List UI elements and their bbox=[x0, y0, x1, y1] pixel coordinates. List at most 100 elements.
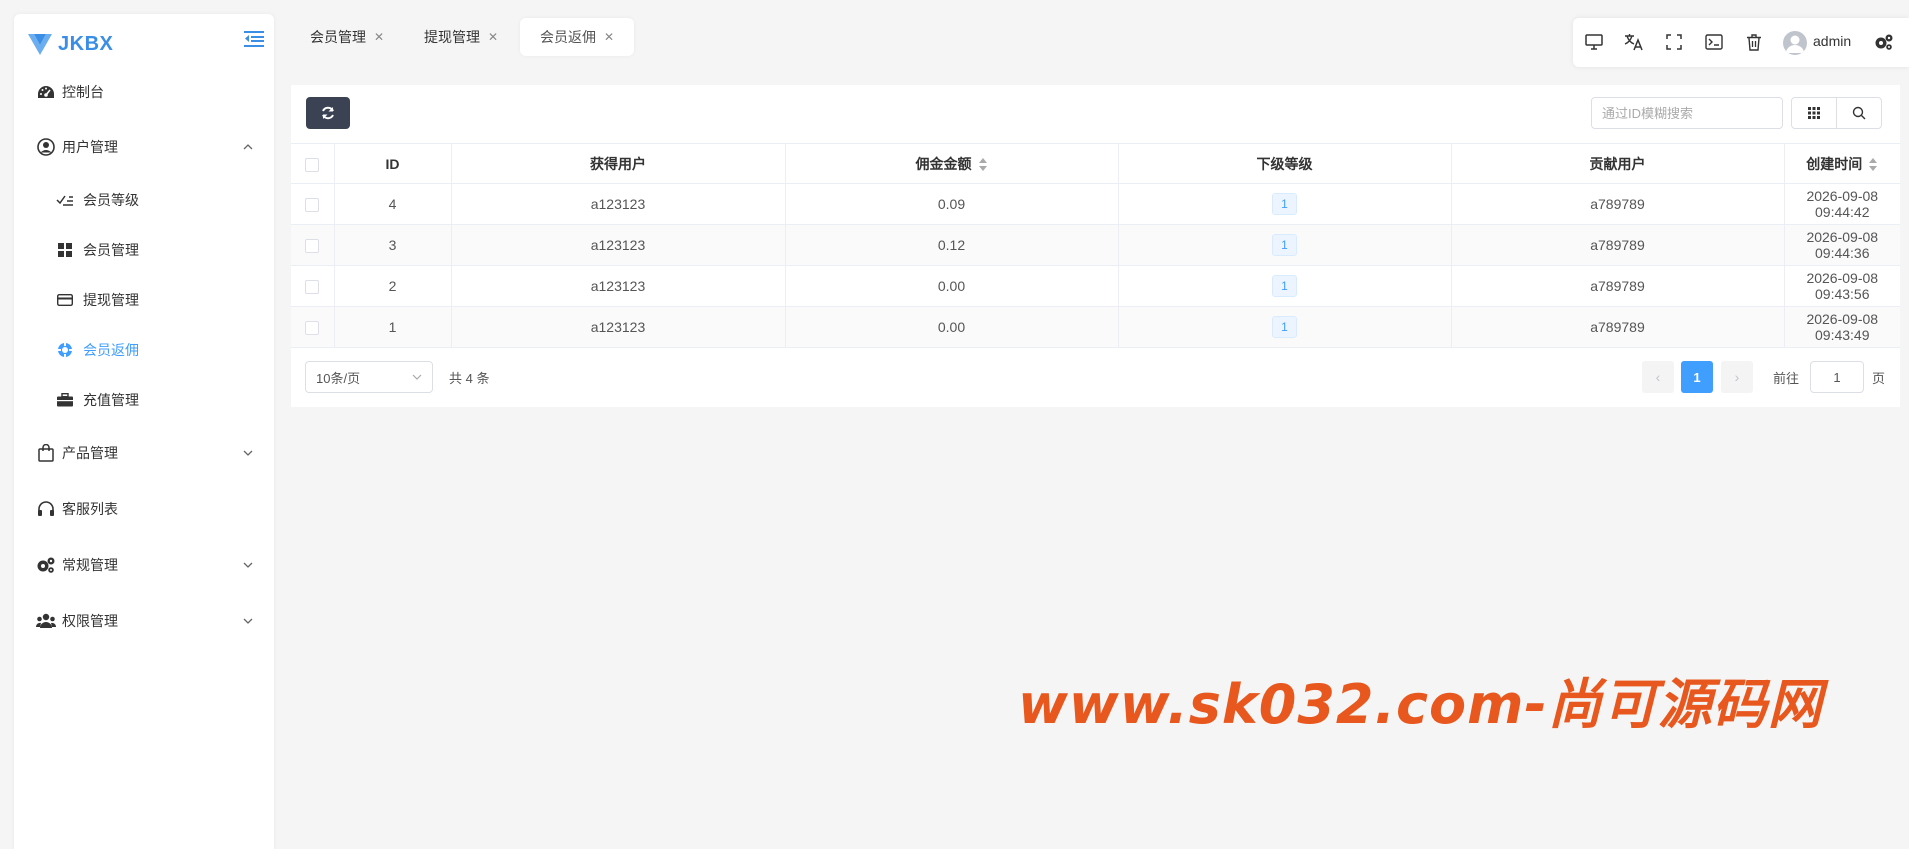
column-header-created[interactable]: 创建时间 bbox=[1784, 143, 1900, 184]
level-tag: 1 bbox=[1272, 234, 1297, 256]
cell-contributor: a789789 bbox=[1451, 224, 1785, 266]
level-tag: 1 bbox=[1272, 316, 1297, 338]
chevron-down-icon bbox=[243, 450, 253, 456]
goto-page-input[interactable] bbox=[1810, 361, 1864, 393]
trash-icon[interactable] bbox=[1743, 31, 1765, 53]
close-icon[interactable]: ✕ bbox=[488, 30, 498, 44]
tab-member-management[interactable]: 会员管理 ✕ bbox=[290, 18, 404, 56]
table-row: 4 a123123 0.09 1 a789789 2026-09-08 09:4… bbox=[291, 183, 1900, 225]
row-checkbox[interactable] bbox=[305, 198, 320, 213]
sidebar-item-permission-management[interactable]: 权限管理 bbox=[14, 601, 274, 641]
chevron-down-icon bbox=[243, 618, 253, 624]
column-header-level: 下级等级 bbox=[1118, 143, 1452, 184]
sidebar-item-label: 提现管理 bbox=[83, 292, 139, 308]
logo[interactable]: JKBX bbox=[26, 24, 113, 64]
shopping-bag-icon bbox=[36, 443, 56, 463]
cell-id: 4 bbox=[334, 183, 452, 225]
table-row: 1 a123123 0.00 1 a789789 2026-09-08 09:4… bbox=[291, 306, 1900, 348]
row-select-cell bbox=[291, 306, 335, 348]
cell-amount: 0.00 bbox=[785, 306, 1119, 348]
tab-label: 会员管理 bbox=[310, 29, 366, 45]
refresh-button[interactable] bbox=[306, 97, 350, 129]
tab-member-commission[interactable]: 会员返佣 ✕ bbox=[520, 18, 635, 56]
prev-page-button[interactable]: ‹ bbox=[1642, 361, 1674, 393]
cell-id: 1 bbox=[334, 306, 452, 348]
cogs-icon bbox=[36, 555, 56, 575]
cell-level: 1 bbox=[1118, 224, 1452, 266]
chevron-right-icon: › bbox=[1734, 369, 1740, 385]
column-label: 获得用户 bbox=[590, 155, 646, 172]
next-page-button[interactable]: › bbox=[1721, 361, 1753, 393]
row-checkbox[interactable] bbox=[305, 239, 320, 254]
level-icon bbox=[56, 191, 74, 209]
grid-icon bbox=[56, 241, 74, 259]
sidebar-item-label: 控制台 bbox=[62, 84, 104, 100]
collapse-menu-icon[interactable] bbox=[244, 30, 264, 48]
row-select-cell bbox=[291, 265, 335, 307]
sidebar-item-label: 用户管理 bbox=[62, 139, 118, 155]
username[interactable]: admin bbox=[1813, 33, 1851, 49]
tab-withdraw-management[interactable]: 提现管理 ✕ bbox=[404, 18, 518, 56]
watermark: www.sk032.com-尚可源码网 bbox=[1018, 673, 1823, 736]
cell-user: a123123 bbox=[451, 183, 786, 225]
sidebar-item-product-management[interactable]: 产品管理 bbox=[14, 433, 274, 473]
column-label: 贡献用户 bbox=[1589, 155, 1646, 172]
row-checkbox[interactable] bbox=[305, 280, 320, 295]
chevron-down-icon bbox=[243, 562, 253, 568]
avatar[interactable] bbox=[1783, 31, 1807, 55]
dashboard-icon bbox=[36, 82, 56, 102]
sidebar-item-dashboard[interactable]: 控制台 bbox=[14, 72, 274, 112]
sidebar-item-label: 会员返佣 bbox=[83, 342, 139, 358]
row-checkbox[interactable] bbox=[305, 321, 320, 336]
sidebar-item-member-commission[interactable]: 会员返佣 bbox=[14, 330, 274, 370]
briefcase-icon bbox=[56, 391, 74, 409]
select-all-checkbox[interactable] bbox=[305, 157, 320, 172]
sidebar-item-withdraw-management[interactable]: 提现管理 bbox=[14, 280, 274, 320]
cell-user: a123123 bbox=[451, 224, 786, 266]
sidebar-item-label: 产品管理 bbox=[62, 445, 118, 461]
cell-created: 2026-09-08 09:43:56 bbox=[1784, 265, 1900, 307]
close-icon[interactable]: ✕ bbox=[604, 30, 614, 44]
cell-created: 2026-09-08 09:43:49 bbox=[1784, 306, 1900, 348]
table-header-row: ID 获得用户 佣金金额 下级等级 贡献用户 创建时间 bbox=[291, 143, 1900, 184]
sidebar-item-label: 常规管理 bbox=[62, 557, 118, 573]
column-header-amount[interactable]: 佣金金额 bbox=[785, 143, 1119, 184]
sidebar-item-user-management[interactable]: 用户管理 bbox=[14, 127, 274, 167]
column-toggle-button[interactable] bbox=[1791, 97, 1837, 129]
column-label: 佣金金额 bbox=[915, 155, 972, 172]
search-icon bbox=[1852, 106, 1866, 120]
chevron-left-icon: ‹ bbox=[1655, 369, 1661, 385]
main-panel: ID 获得用户 佣金金额 下级等级 贡献用户 创建时间 4 a123123 0.… bbox=[291, 85, 1900, 407]
grid-icon bbox=[1808, 107, 1820, 119]
column-label: ID bbox=[385, 155, 400, 172]
page-size-select[interactable]: 10条/页 bbox=[305, 361, 433, 393]
select-all-cell bbox=[291, 143, 335, 184]
monitor-icon[interactable] bbox=[1583, 31, 1605, 53]
fullscreen-icon[interactable] bbox=[1663, 31, 1685, 53]
search-button[interactable] bbox=[1836, 97, 1882, 129]
sidebar-item-member-management[interactable]: 会员管理 bbox=[14, 230, 274, 270]
sidebar-item-member-level[interactable]: 会员等级 bbox=[14, 180, 274, 220]
column-label: 创建时间 bbox=[1806, 155, 1863, 172]
cell-id: 2 bbox=[334, 265, 452, 307]
close-icon[interactable]: ✕ bbox=[374, 30, 384, 44]
settings-icon[interactable] bbox=[1873, 31, 1895, 53]
goto-prefix: 前往 bbox=[1773, 371, 1800, 386]
translate-icon[interactable] bbox=[1623, 31, 1645, 53]
sidebar-item-general-management[interactable]: 常规管理 bbox=[14, 545, 274, 585]
page-size-value: 10条/页 bbox=[316, 370, 361, 386]
sidebar-item-customer-service[interactable]: 客服列表 bbox=[14, 489, 274, 529]
sort-icon[interactable] bbox=[1868, 157, 1878, 172]
sidebar-item-recharge-management[interactable]: 充值管理 bbox=[14, 380, 274, 420]
sort-icon[interactable] bbox=[978, 157, 988, 172]
search-input[interactable] bbox=[1591, 97, 1783, 129]
sidebar-item-label: 权限管理 bbox=[62, 613, 118, 629]
tab-label: 提现管理 bbox=[424, 29, 480, 45]
page-number-current[interactable]: 1 bbox=[1681, 361, 1713, 393]
table-row: 2 a123123 0.00 1 a789789 2026-09-08 09:4… bbox=[291, 265, 1900, 307]
cell-created: 2026-09-08 09:44:36 bbox=[1784, 224, 1900, 266]
cell-user: a123123 bbox=[451, 265, 786, 307]
terminal-icon[interactable] bbox=[1703, 31, 1725, 53]
cell-level: 1 bbox=[1118, 306, 1452, 348]
level-tag: 1 bbox=[1272, 193, 1297, 215]
